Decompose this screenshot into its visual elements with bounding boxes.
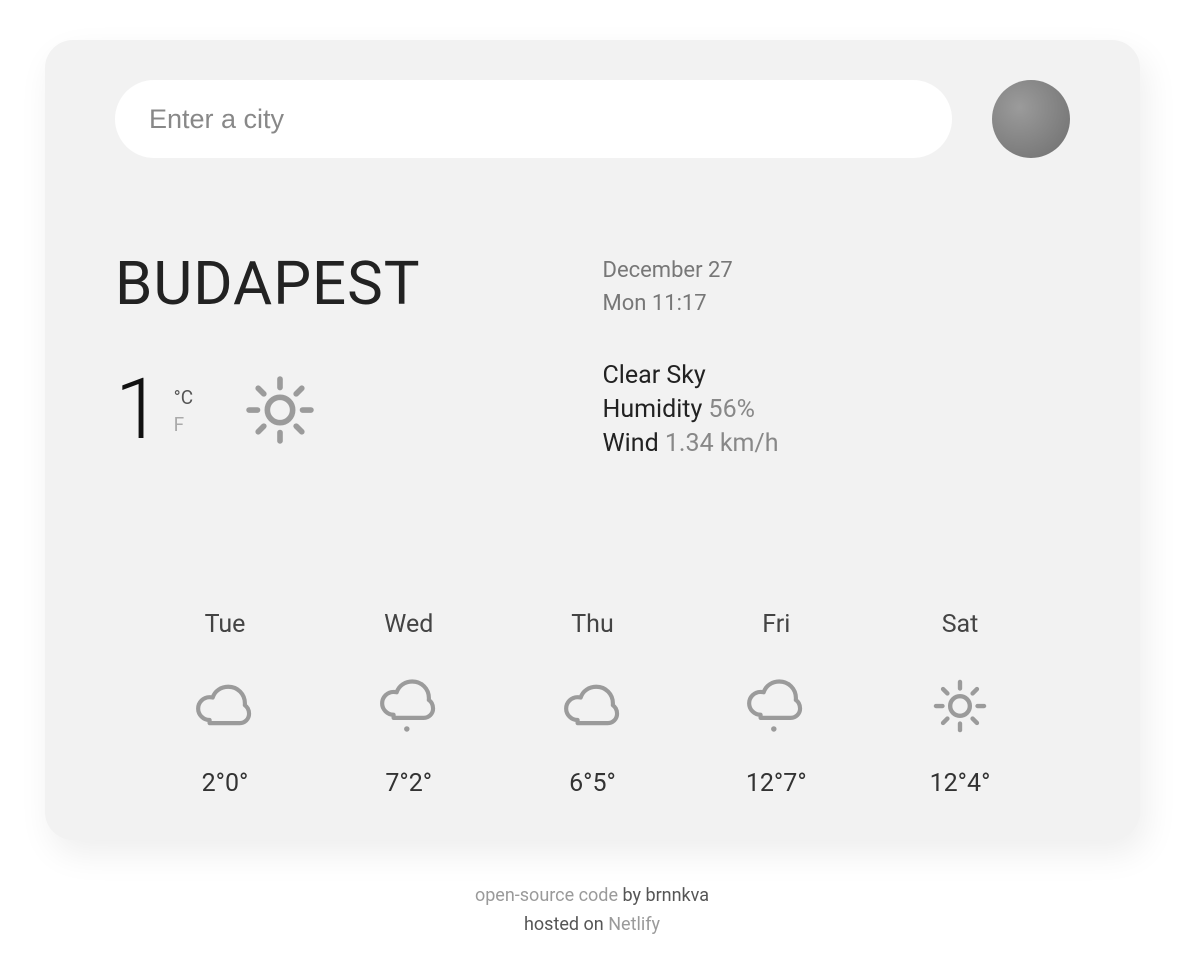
weather-card: BUDAPEST December 27 Mon 11:17 1 °C F Cl… (45, 40, 1140, 840)
footer-hosted-label: hosted on (524, 914, 608, 935)
forecast-day-label: Tue (205, 610, 246, 639)
forecast-day: Fri 12°7° (696, 610, 856, 798)
forecast-day-label: Thu (571, 610, 613, 639)
forecast-day: Sat 12°4° (880, 610, 1040, 798)
cloud-icon (558, 671, 628, 741)
forecast-day-label: Wed (384, 610, 433, 639)
footer-line-1: open-source code by brnnkva (0, 882, 1184, 911)
footer-author: by brnnkva (618, 885, 709, 906)
condition-text: Clear Sky (603, 359, 1071, 393)
forecast-day: Tue 2°0° (145, 610, 305, 798)
drizzle-icon (374, 671, 444, 741)
cloud-icon (190, 671, 260, 741)
forecast-temps: 12°7° (746, 769, 807, 798)
conditions-block: Clear Sky Humidity 56% Wind 1.34 km/h (603, 359, 1071, 460)
forecast-day: Thu 6°5° (513, 610, 673, 798)
humidity-label: Humidity (603, 395, 703, 424)
unit-c[interactable]: °C (174, 385, 193, 412)
forecast-temps: 12°4° (930, 769, 991, 798)
sun-icon (235, 365, 325, 455)
humidity-value: 56% (709, 395, 755, 424)
time-line: Mon 11:17 (603, 287, 1071, 320)
forecast-day-label: Fri (762, 610, 790, 639)
footer: open-source code by brnnkva hosted on Ne… (0, 882, 1184, 940)
current-temp: 1 (115, 368, 162, 452)
unit-f[interactable]: F (174, 412, 193, 439)
search-row (115, 80, 1070, 158)
current-grid: BUDAPEST December 27 Mon 11:17 1 °C F Cl… (115, 248, 1070, 460)
unit-toggle[interactable]: °C F (174, 385, 193, 438)
date-block: December 27 Mon 11:17 (603, 248, 1071, 359)
footer-line-2: hosted on Netlify (0, 911, 1184, 940)
humidity-row: Humidity 56% (603, 393, 1071, 427)
forecast-day-label: Sat (942, 610, 979, 639)
open-source-link[interactable]: open-source code (475, 885, 618, 906)
city-name: BUDAPEST (115, 248, 583, 319)
sun-icon (925, 671, 995, 741)
wind-label: Wind (603, 429, 659, 458)
netlify-link[interactable]: Netlify (608, 914, 660, 935)
temp-row: 1 °C F (115, 359, 583, 460)
wind-value: 1.34 km/h (665, 429, 779, 458)
theme-toggle-button[interactable] (992, 80, 1070, 158)
forecast-day: Wed 7°2° (329, 610, 489, 798)
city-search-input[interactable] (115, 80, 952, 158)
forecast-temps: 7°2° (385, 769, 432, 798)
wind-row: Wind 1.34 km/h (603, 427, 1071, 461)
forecast-temps: 6°5° (569, 769, 616, 798)
drizzle-icon (741, 671, 811, 741)
forecast-row: Tue 2°0° Wed 7°2° Thu 6°5° Fri 12°7° Sat… (115, 610, 1070, 798)
date-line: December 27 (603, 254, 1071, 287)
forecast-temps: 2°0° (202, 769, 249, 798)
